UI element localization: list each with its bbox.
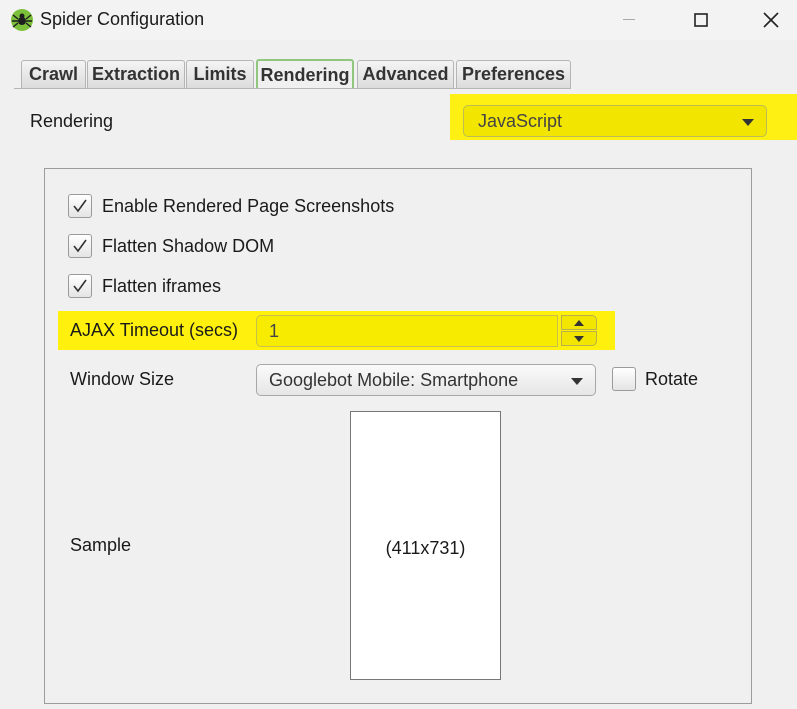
tab-limits[interactable]: Limits — [186, 60, 254, 88]
rendering-dropdown[interactable]: JavaScript — [463, 105, 767, 137]
chevron-down-icon — [742, 119, 754, 126]
minimize-icon — [623, 19, 635, 20]
shadow-dom-checkbox[interactable] — [68, 234, 92, 258]
tab-advanced[interactable]: Advanced — [357, 60, 454, 88]
sample-label: Sample — [70, 535, 132, 555]
ajax-timeout-value: 1 — [269, 321, 280, 341]
checkmark-icon — [73, 239, 87, 253]
maximize-button[interactable] — [678, 0, 724, 40]
tab-label: Crawl — [28, 64, 79, 84]
close-button[interactable] — [748, 0, 794, 40]
spinner-up-button[interactable] — [561, 315, 597, 330]
tab-label: Advanced — [362, 64, 449, 84]
rotate-checkbox[interactable] — [612, 367, 636, 391]
shadow-dom-option: Flatten Shadow DOM — [68, 233, 274, 259]
checkmark-icon — [73, 279, 87, 293]
arrow-down-icon — [574, 335, 584, 342]
tab-rendering[interactable]: Rendering — [256, 59, 354, 89]
close-icon — [763, 12, 779, 28]
shadow-dom-label: Flatten Shadow DOM — [102, 235, 275, 256]
sample-preview: (411x731) — [350, 411, 501, 680]
rendering-label: Rendering — [30, 111, 114, 131]
screenshots-option: Enable Rendered Page Screenshots — [68, 193, 394, 219]
chevron-down-icon — [571, 378, 583, 385]
minimize-button[interactable] — [606, 0, 652, 40]
maximize-icon — [694, 13, 708, 27]
tab-preferences[interactable]: Preferences — [456, 60, 571, 88]
screenshots-checkbox[interactable] — [68, 194, 92, 218]
rotate-option: Rotate — [612, 367, 698, 391]
iframes-option: Flatten iframes — [68, 273, 221, 299]
tab-label: Preferences — [461, 64, 566, 84]
sample-dimensions: (411x731) — [385, 538, 466, 558]
window-size-label: Window Size — [70, 369, 175, 389]
spider-icon — [11, 9, 33, 31]
title-bar: Spider Configuration — [0, 0, 797, 40]
iframes-label: Flatten iframes — [102, 275, 222, 296]
ajax-timeout-label: AJAX Timeout (secs) — [70, 320, 239, 340]
rotate-label: Rotate — [645, 368, 699, 389]
tab-label: Limits — [193, 64, 247, 84]
tab-divider — [14, 88, 571, 89]
window-title: Spider Configuration — [40, 9, 205, 29]
checkmark-icon — [73, 199, 87, 213]
spinner-down-button[interactable] — [561, 331, 597, 346]
tab-crawl[interactable]: Crawl — [21, 60, 86, 88]
tab-extraction[interactable]: Extraction — [87, 60, 185, 88]
tab-label: Rendering — [260, 64, 350, 85]
arrow-up-icon — [574, 319, 584, 326]
window-size-dropdown[interactable]: Googlebot Mobile: Smartphone — [256, 364, 596, 396]
window-size-value: Googlebot Mobile: Smartphone — [269, 370, 519, 390]
iframes-checkbox[interactable] — [68, 274, 92, 298]
ajax-timeout-input[interactable]: 1 — [256, 315, 558, 347]
rendering-dropdown-value: JavaScript — [478, 111, 563, 131]
screenshots-label: Enable Rendered Page Screenshots — [102, 195, 395, 216]
tab-label: Extraction — [91, 64, 181, 84]
